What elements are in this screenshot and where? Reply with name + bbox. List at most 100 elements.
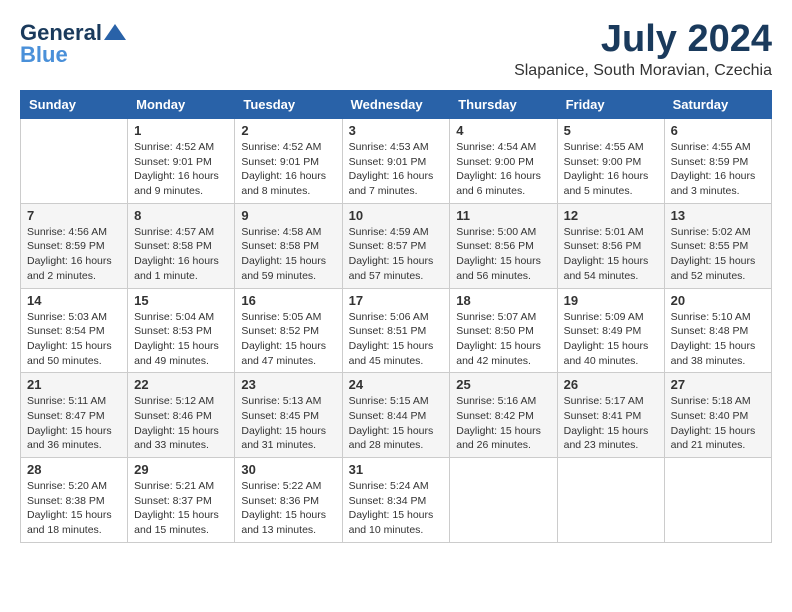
- day-info: Sunrise: 5:04 AM Sunset: 8:53 PM Dayligh…: [134, 310, 228, 369]
- day-info: Sunrise: 5:13 AM Sunset: 8:45 PM Dayligh…: [241, 394, 335, 453]
- calendar-cell: 8 Sunrise: 4:57 AM Sunset: 8:58 PM Daylig…: [128, 203, 235, 288]
- calendar-cell: 4 Sunrise: 4:54 AM Sunset: 9:00 PM Daylig…: [450, 119, 557, 204]
- day-info: Sunrise: 5:06 AM Sunset: 8:51 PM Dayligh…: [349, 310, 444, 369]
- day-number: 17: [349, 293, 444, 308]
- calendar-cell: [21, 119, 128, 204]
- day-info: Sunrise: 5:21 AM Sunset: 8:37 PM Dayligh…: [134, 479, 228, 538]
- day-info: Sunrise: 5:12 AM Sunset: 8:46 PM Dayligh…: [134, 394, 228, 453]
- calendar-cell: 14 Sunrise: 5:03 AM Sunset: 8:54 PM Dayli…: [21, 288, 128, 373]
- weekday-header: Monday: [128, 91, 235, 119]
- logo-blue: Blue: [20, 42, 68, 68]
- calendar-cell: 23 Sunrise: 5:13 AM Sunset: 8:45 PM Dayli…: [235, 373, 342, 458]
- day-info: Sunrise: 4:58 AM Sunset: 8:58 PM Dayligh…: [241, 225, 335, 284]
- calendar-cell: 30 Sunrise: 5:22 AM Sunset: 8:36 PM Dayli…: [235, 458, 342, 543]
- weekday-header: Wednesday: [342, 91, 450, 119]
- logo: General Blue: [20, 20, 126, 68]
- day-number: 24: [349, 377, 444, 392]
- calendar-week-row: 7 Sunrise: 4:56 AM Sunset: 8:59 PM Daylig…: [21, 203, 772, 288]
- calendar-cell: 28 Sunrise: 5:20 AM Sunset: 8:38 PM Dayli…: [21, 458, 128, 543]
- title-area: July 2024 Slapanice, South Moravian, Cze…: [514, 20, 772, 80]
- weekday-header: Thursday: [450, 91, 557, 119]
- day-info: Sunrise: 4:55 AM Sunset: 9:00 PM Dayligh…: [564, 140, 658, 199]
- day-number: 4: [456, 123, 550, 138]
- day-info: Sunrise: 5:00 AM Sunset: 8:56 PM Dayligh…: [456, 225, 550, 284]
- calendar-cell: [557, 458, 664, 543]
- day-info: Sunrise: 5:24 AM Sunset: 8:34 PM Dayligh…: [349, 479, 444, 538]
- day-number: 10: [349, 208, 444, 223]
- day-number: 6: [671, 123, 765, 138]
- calendar-cell: 29 Sunrise: 5:21 AM Sunset: 8:37 PM Dayli…: [128, 458, 235, 543]
- day-info: Sunrise: 5:03 AM Sunset: 8:54 PM Dayligh…: [27, 310, 121, 369]
- calendar-cell: 17 Sunrise: 5:06 AM Sunset: 8:51 PM Dayli…: [342, 288, 450, 373]
- day-info: Sunrise: 5:01 AM Sunset: 8:56 PM Dayligh…: [564, 225, 658, 284]
- day-number: 16: [241, 293, 335, 308]
- day-info: Sunrise: 5:18 AM Sunset: 8:40 PM Dayligh…: [671, 394, 765, 453]
- day-info: Sunrise: 4:56 AM Sunset: 8:59 PM Dayligh…: [27, 225, 121, 284]
- calendar-cell: 21 Sunrise: 5:11 AM Sunset: 8:47 PM Dayli…: [21, 373, 128, 458]
- calendar-cell: 16 Sunrise: 5:05 AM Sunset: 8:52 PM Dayli…: [235, 288, 342, 373]
- day-info: Sunrise: 5:05 AM Sunset: 8:52 PM Dayligh…: [241, 310, 335, 369]
- calendar-cell: 24Sunrise: 5:15 AM Sunset: 8:44 PM Dayli…: [342, 373, 450, 458]
- day-info: Sunrise: 5:17 AM Sunset: 8:41 PM Dayligh…: [564, 394, 658, 453]
- day-number: 1: [134, 123, 228, 138]
- day-info: Sunrise: 5:11 AM Sunset: 8:47 PM Dayligh…: [27, 394, 121, 453]
- calendar-cell: 15 Sunrise: 5:04 AM Sunset: 8:53 PM Dayli…: [128, 288, 235, 373]
- calendar-cell: 6 Sunrise: 4:55 AM Sunset: 8:59 PM Daylig…: [664, 119, 771, 204]
- day-number: 7: [27, 208, 121, 223]
- day-number: 12: [564, 208, 658, 223]
- calendar-cell: 26Sunrise: 5:17 AM Sunset: 8:41 PM Dayli…: [557, 373, 664, 458]
- day-info: Sunrise: 4:54 AM Sunset: 9:00 PM Dayligh…: [456, 140, 550, 199]
- calendar-cell: 19 Sunrise: 5:09 AM Sunset: 8:49 PM Dayli…: [557, 288, 664, 373]
- calendar-cell: 27 Sunrise: 5:18 AM Sunset: 8:40 PM Dayli…: [664, 373, 771, 458]
- calendar-cell: 31 Sunrise: 5:24 AM Sunset: 8:34 PM Dayli…: [342, 458, 450, 543]
- day-number: 14: [27, 293, 121, 308]
- day-info: Sunrise: 4:57 AM Sunset: 8:58 PM Dayligh…: [134, 225, 228, 284]
- day-number: 8: [134, 208, 228, 223]
- weekday-header: Tuesday: [235, 91, 342, 119]
- day-info: Sunrise: 4:52 AM Sunset: 9:01 PM Dayligh…: [134, 140, 228, 199]
- day-number: 30: [241, 462, 335, 477]
- calendar-cell: 22 Sunrise: 5:12 AM Sunset: 8:46 PM Dayli…: [128, 373, 235, 458]
- day-info: Sunrise: 4:59 AM Sunset: 8:57 PM Dayligh…: [349, 225, 444, 284]
- day-number: 2: [241, 123, 335, 138]
- weekday-header: Saturday: [664, 91, 771, 119]
- calendar-cell: 2 Sunrise: 4:52 AM Sunset: 9:01 PM Daylig…: [235, 119, 342, 204]
- day-number: 18: [456, 293, 550, 308]
- day-number: 3: [349, 123, 444, 138]
- day-number: 27: [671, 377, 765, 392]
- calendar-week-row: 1 Sunrise: 4:52 AM Sunset: 9:01 PM Daylig…: [21, 119, 772, 204]
- calendar-cell: 10 Sunrise: 4:59 AM Sunset: 8:57 PM Dayli…: [342, 203, 450, 288]
- weekday-header: Sunday: [21, 91, 128, 119]
- day-info: Sunrise: 5:20 AM Sunset: 8:38 PM Dayligh…: [27, 479, 121, 538]
- day-info: Sunrise: 5:22 AM Sunset: 8:36 PM Dayligh…: [241, 479, 335, 538]
- calendar-table: SundayMondayTuesdayWednesdayThursdayFrid…: [20, 90, 772, 543]
- location: Slapanice, South Moravian, Czechia: [514, 62, 772, 80]
- day-info: Sunrise: 4:52 AM Sunset: 9:01 PM Dayligh…: [241, 140, 335, 199]
- day-number: 5: [564, 123, 658, 138]
- calendar-cell: 1 Sunrise: 4:52 AM Sunset: 9:01 PM Daylig…: [128, 119, 235, 204]
- day-number: 9: [241, 208, 335, 223]
- day-number: 23: [241, 377, 335, 392]
- calendar-cell: 25Sunrise: 5:16 AM Sunset: 8:42 PM Dayli…: [450, 373, 557, 458]
- day-info: Sunrise: 5:09 AM Sunset: 8:49 PM Dayligh…: [564, 310, 658, 369]
- day-info: Sunrise: 5:02 AM Sunset: 8:55 PM Dayligh…: [671, 225, 765, 284]
- calendar-cell: [664, 458, 771, 543]
- day-number: 28: [27, 462, 121, 477]
- day-info: Sunrise: 5:07 AM Sunset: 8:50 PM Dayligh…: [456, 310, 550, 369]
- day-number: 22: [134, 377, 228, 392]
- calendar-week-row: 28 Sunrise: 5:20 AM Sunset: 8:38 PM Dayli…: [21, 458, 772, 543]
- day-info: Sunrise: 4:55 AM Sunset: 8:59 PM Dayligh…: [671, 140, 765, 199]
- day-number: 19: [564, 293, 658, 308]
- month-title: July 2024: [514, 20, 772, 58]
- calendar-cell: 7 Sunrise: 4:56 AM Sunset: 8:59 PM Daylig…: [21, 203, 128, 288]
- day-number: 21: [27, 377, 121, 392]
- day-number: 13: [671, 208, 765, 223]
- calendar-cell: 18 Sunrise: 5:07 AM Sunset: 8:50 PM Dayli…: [450, 288, 557, 373]
- day-number: 15: [134, 293, 228, 308]
- day-info: Sunrise: 4:53 AM Sunset: 9:01 PM Dayligh…: [349, 140, 444, 199]
- day-number: 29: [134, 462, 228, 477]
- day-number: 31: [349, 462, 444, 477]
- calendar-cell: 12 Sunrise: 5:01 AM Sunset: 8:56 PM Dayli…: [557, 203, 664, 288]
- calendar-week-row: 21 Sunrise: 5:11 AM Sunset: 8:47 PM Dayli…: [21, 373, 772, 458]
- calendar-header-row: SundayMondayTuesdayWednesdayThursdayFrid…: [21, 91, 772, 119]
